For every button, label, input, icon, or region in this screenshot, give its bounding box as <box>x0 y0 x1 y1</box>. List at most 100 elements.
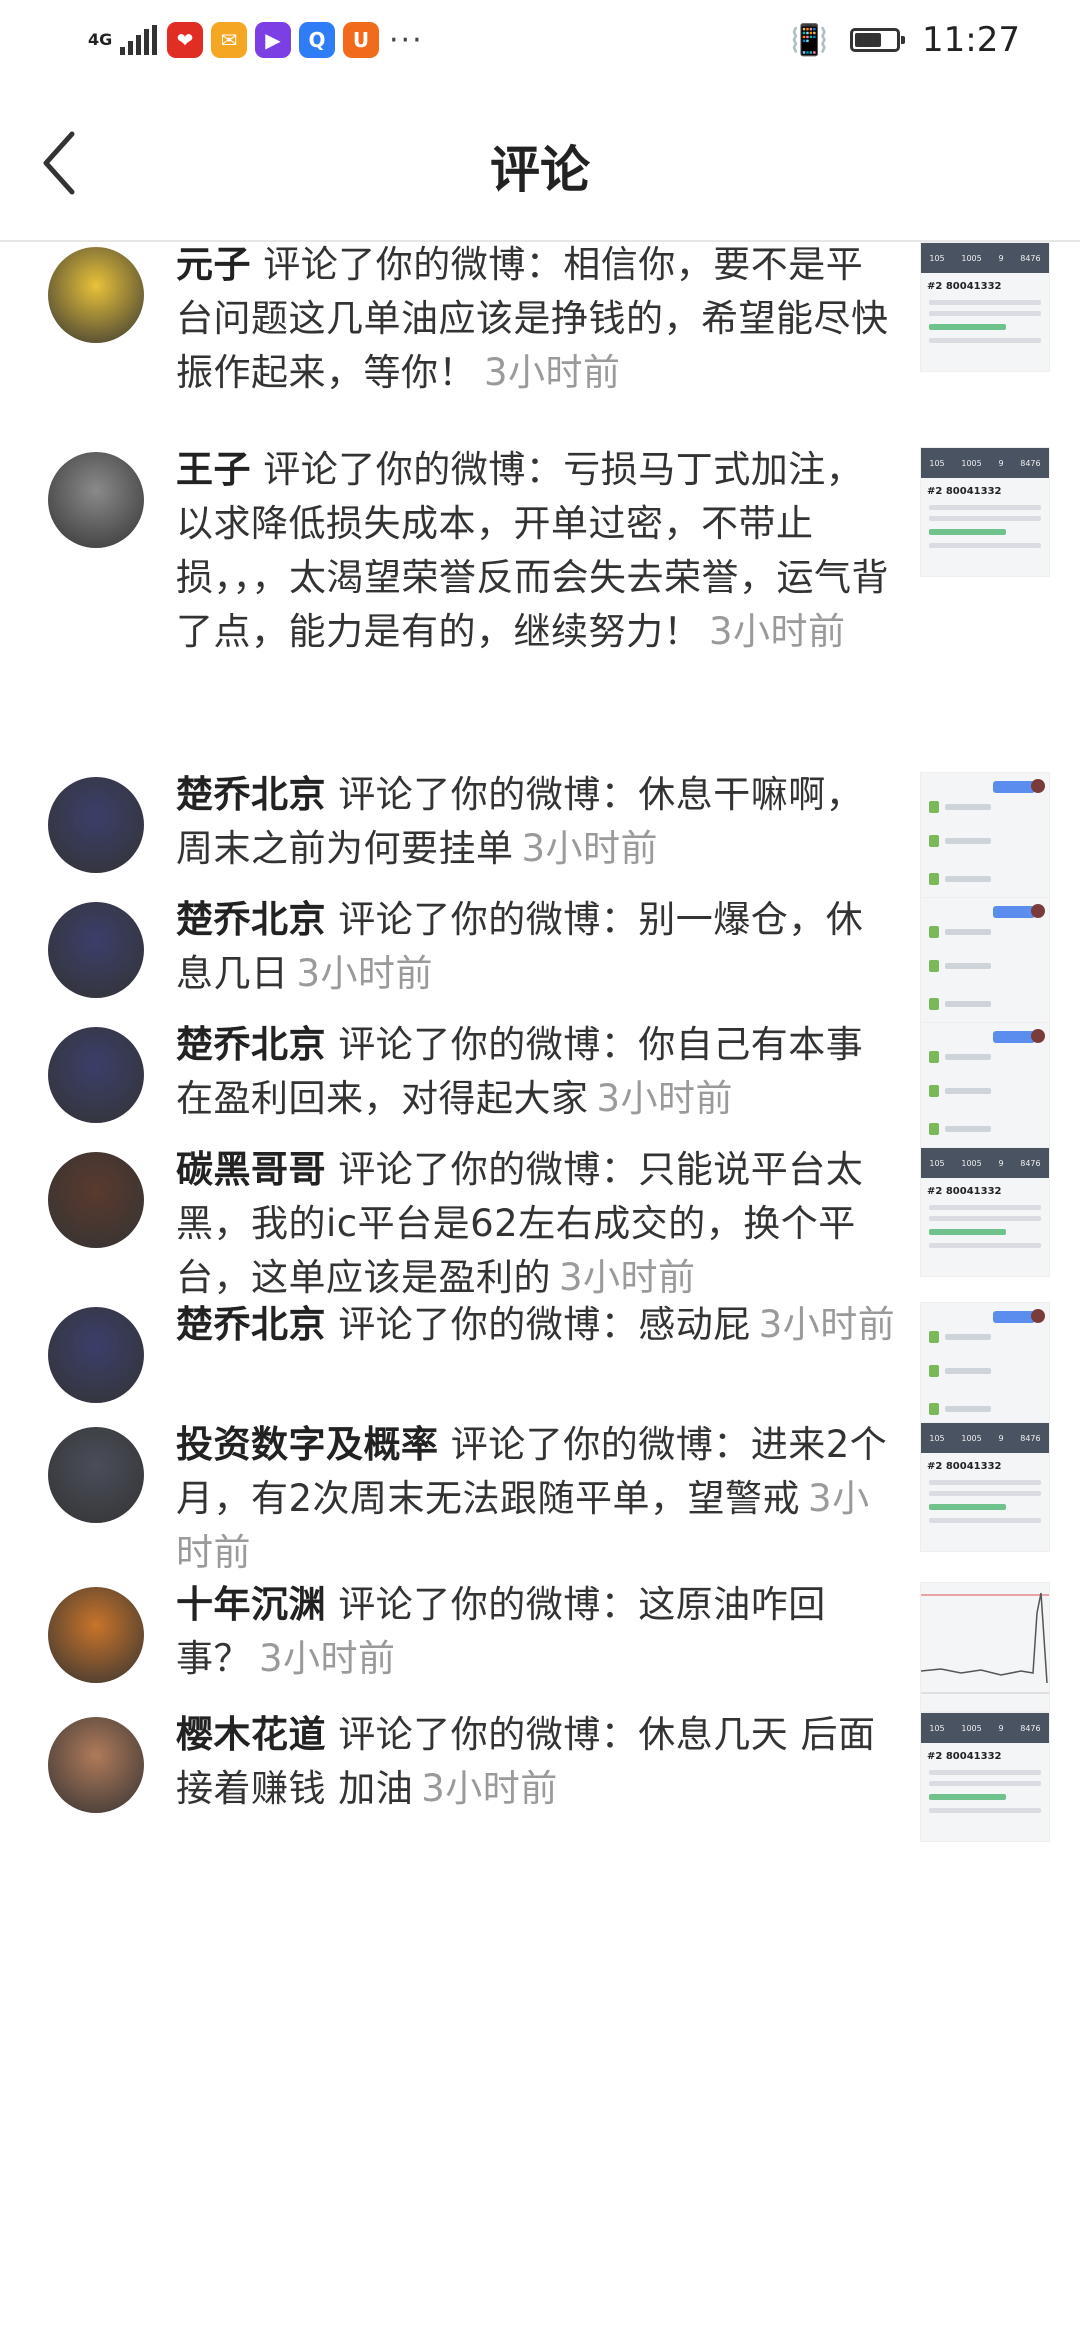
avatar[interactable] <box>48 1427 144 1523</box>
username[interactable]: 元子 <box>176 243 251 286</box>
thumbnail-stat: 105 <box>929 1158 945 1168</box>
avatar[interactable] <box>48 1717 144 1813</box>
comment-text: 碳黑哥哥 评论了你的微博：只能说平台太黑，我的ic平台是62左右成交的，换个平台… <box>176 1143 896 1305</box>
weibo-post-thumbnail[interactable]: 105 1005 9 8476 #2 80041332 <box>920 1147 1050 1277</box>
avatar[interactable] <box>48 247 144 343</box>
weibo-post-thumbnail[interactable] <box>920 1582 1050 1712</box>
thumbnail-line <box>929 338 1041 343</box>
avatar[interactable] <box>48 777 144 873</box>
comment-text: 楚乔北京 评论了你的微博：感动屁 3小时前 <box>176 1298 896 1352</box>
thumbnail-avatar-dot <box>1031 779 1045 793</box>
thumbnail-line <box>929 311 1041 316</box>
thumbnail-chat-row <box>929 1123 991 1135</box>
avatar[interactable] <box>48 1027 144 1123</box>
thumbnail-chat-row <box>929 873 991 885</box>
thumbnail-chat-text <box>945 1001 991 1007</box>
video-player-icon: ▶ <box>255 22 291 58</box>
thumbnail-line <box>929 1491 1041 1496</box>
comment-text: 元子 评论了你的微博：相信你，要不是平台问题这几单油应该是挣钱的，希望能尽快振作… <box>176 242 896 400</box>
username[interactable]: 王子 <box>176 448 251 491</box>
comment-text: 投资数字及概率 评论了你的微博：进来2个月，有2次周末无法跟随平单，望警戒 3小时… <box>176 1418 896 1580</box>
more-notifications-icon: ··· <box>389 22 424 58</box>
comment-list[interactable]: 元子 评论了你的微博：相信你，要不是平台问题这几单油应该是挣钱的，希望能尽快振作… <box>0 242 1080 2340</box>
thumbnail-chat-row <box>929 835 991 847</box>
money-bag-icon <box>929 998 939 1010</box>
comment-time: 3小时前 <box>559 1256 696 1299</box>
comment-time: 3小时前 <box>421 1767 558 1810</box>
thumbnail-stat: 1005 <box>961 1433 982 1443</box>
username[interactable]: 樱木花道 <box>176 1713 326 1756</box>
thumbnail-line <box>929 1808 1041 1813</box>
thumbnail-stat: 8476 <box>1020 253 1041 263</box>
status-right: 📳 11:27 <box>791 20 1020 60</box>
username[interactable]: 楚乔北京 <box>176 1023 326 1066</box>
signal-icon <box>120 25 157 55</box>
weibo-post-thumbnail[interactable]: 105 1005 9 8476 #2 80041332 <box>920 1712 1050 1842</box>
status-left: 4G ❤ ✉ ▶ Q U ··· <box>88 22 424 58</box>
comment-time: 3小时前 <box>484 351 621 394</box>
thumbnail-stat: 105 <box>929 458 945 468</box>
thumbnail-avatar-dot <box>1031 1029 1045 1043</box>
avatar[interactable] <box>48 452 144 548</box>
money-bag-icon <box>929 801 939 813</box>
thumbnail-account: #2 80041332 <box>927 281 1002 292</box>
thumbnail-stat: 8476 <box>1020 458 1041 468</box>
mail-icon: ✉ <box>211 22 247 58</box>
comment-text: 樱木花道 评论了你的微博：休息几天 后面接着赚钱 加油 3小时前 <box>176 1708 896 1816</box>
thumbnail-chat-text <box>945 1406 991 1412</box>
thumbnail-chat-row <box>929 1331 991 1343</box>
avatar[interactable] <box>48 1587 144 1683</box>
comment-text: 楚乔北京 评论了你的微博：休息干嘛啊，周末之前为何要挂单 3小时前 <box>176 768 896 876</box>
vibrate-icon: 📳 <box>790 22 829 58</box>
thumbnail-stat: 1005 <box>961 1158 982 1168</box>
thumbnail-account: #2 80041332 <box>927 1186 1002 1197</box>
thumbnail-stat: 1005 <box>961 1723 982 1733</box>
thumbnail-chat-text <box>945 929 991 935</box>
avatar[interactable] <box>48 902 144 998</box>
thumbnail-line <box>929 1216 1041 1221</box>
money-bag-icon <box>929 1051 939 1063</box>
thumbnail-line <box>929 1243 1041 1248</box>
weibo-post-thumbnail[interactable] <box>920 772 1050 902</box>
thumbnail-chat-text <box>945 1126 991 1132</box>
weibo-post-thumbnail[interactable]: 105 1005 9 8476 #2 80041332 <box>920 1422 1050 1552</box>
thumbnail-account: #2 80041332 <box>927 1751 1002 1762</box>
thumbnail-line <box>929 1480 1041 1485</box>
thumbnail-chat-tag <box>993 1031 1035 1043</box>
thumbnail-account: #2 80041332 <box>927 1461 1002 1472</box>
thumbnail-chat-text <box>945 1334 991 1340</box>
thumbnail-chat-row <box>929 1365 991 1377</box>
thumbnail-chat-tag <box>993 906 1035 918</box>
thumbnail-stat: 8476 <box>1020 1158 1041 1168</box>
price-chart-icon <box>921 1592 1049 1694</box>
weibo-post-thumbnail[interactable] <box>920 1302 1050 1432</box>
username[interactable]: 碳黑哥哥 <box>176 1148 326 1191</box>
thumbnail-line <box>929 324 1006 330</box>
money-bag-icon <box>929 926 939 938</box>
thumbnail-stat: 1005 <box>961 253 982 263</box>
thumbnail-stats-bar: 105 1005 9 8476 <box>921 243 1049 273</box>
thumbnail-line <box>929 1770 1041 1775</box>
avatar[interactable] <box>48 1152 144 1248</box>
weibo-post-thumbnail[interactable] <box>920 1022 1050 1152</box>
username[interactable]: 投资数字及概率 <box>176 1423 439 1466</box>
thumbnail-line <box>929 1781 1041 1786</box>
weibo-post-thumbnail[interactable]: 105 1005 9 8476 #2 80041332 <box>920 447 1050 577</box>
notification-icons: ❤ ✉ ▶ Q U <box>167 22 379 58</box>
weibo-post-thumbnail[interactable]: 105 1005 9 8476 #2 80041332 <box>920 242 1050 372</box>
comment-time: 3小时前 <box>758 1303 896 1346</box>
thumbnail-stats-bar: 105 1005 9 8476 <box>921 448 1049 478</box>
thumbnail-line <box>929 1518 1041 1523</box>
weibo-post-thumbnail[interactable] <box>920 897 1050 1027</box>
thumbnail-chat-row <box>929 801 991 813</box>
username[interactable]: 楚乔北京 <box>176 1303 326 1346</box>
comment-time: 3小时前 <box>521 827 659 870</box>
username[interactable]: 楚乔北京 <box>176 773 326 816</box>
username[interactable]: 十年沉渊 <box>176 1583 326 1626</box>
thumbnail-chat-row <box>929 1403 991 1415</box>
thumbnail-chat-row <box>929 1051 991 1063</box>
thumbnail-stat: 9 <box>998 1433 1004 1443</box>
avatar[interactable] <box>48 1307 144 1403</box>
username[interactable]: 楚乔北京 <box>176 898 326 941</box>
thumbnail-chat-text <box>945 1368 991 1374</box>
